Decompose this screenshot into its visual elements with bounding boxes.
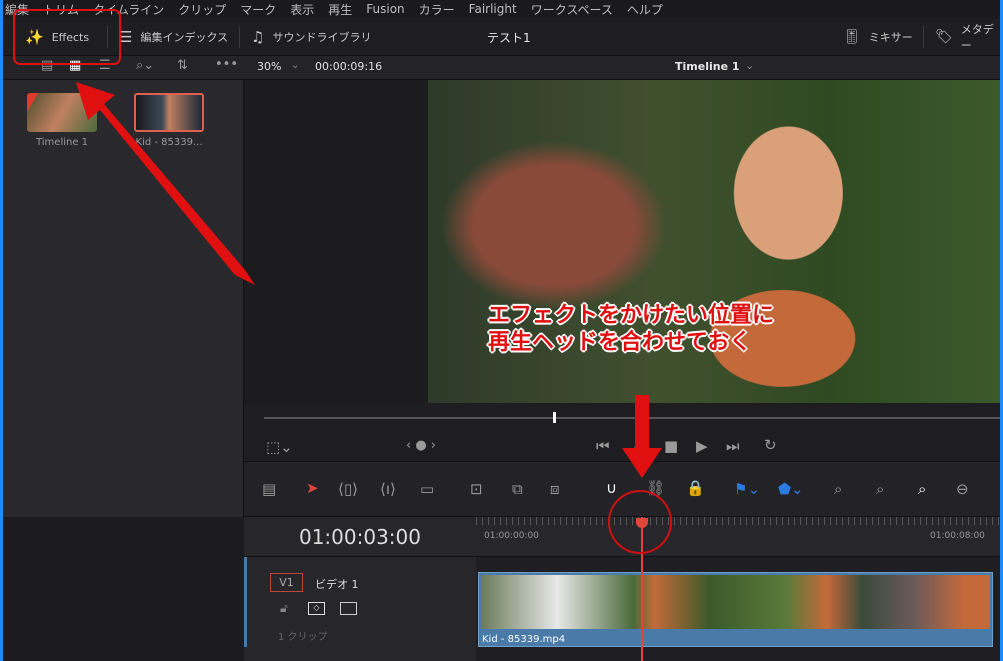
arrow-to-effects <box>76 82 255 285</box>
highlight-circle-playhead <box>608 490 672 554</box>
annotation-line-2: 再生ヘッドを合わせておく <box>488 330 752 355</box>
annotation-text: エフェクトをかけたい位置に 再生ヘッドを合わせておく <box>488 302 774 356</box>
arrow-to-playhead-head <box>622 448 662 478</box>
highlight-box-effects <box>13 9 121 65</box>
annotation-line-1: エフェクトをかけたい位置に <box>488 303 775 328</box>
arrow-to-playhead-shaft <box>635 395 649 450</box>
